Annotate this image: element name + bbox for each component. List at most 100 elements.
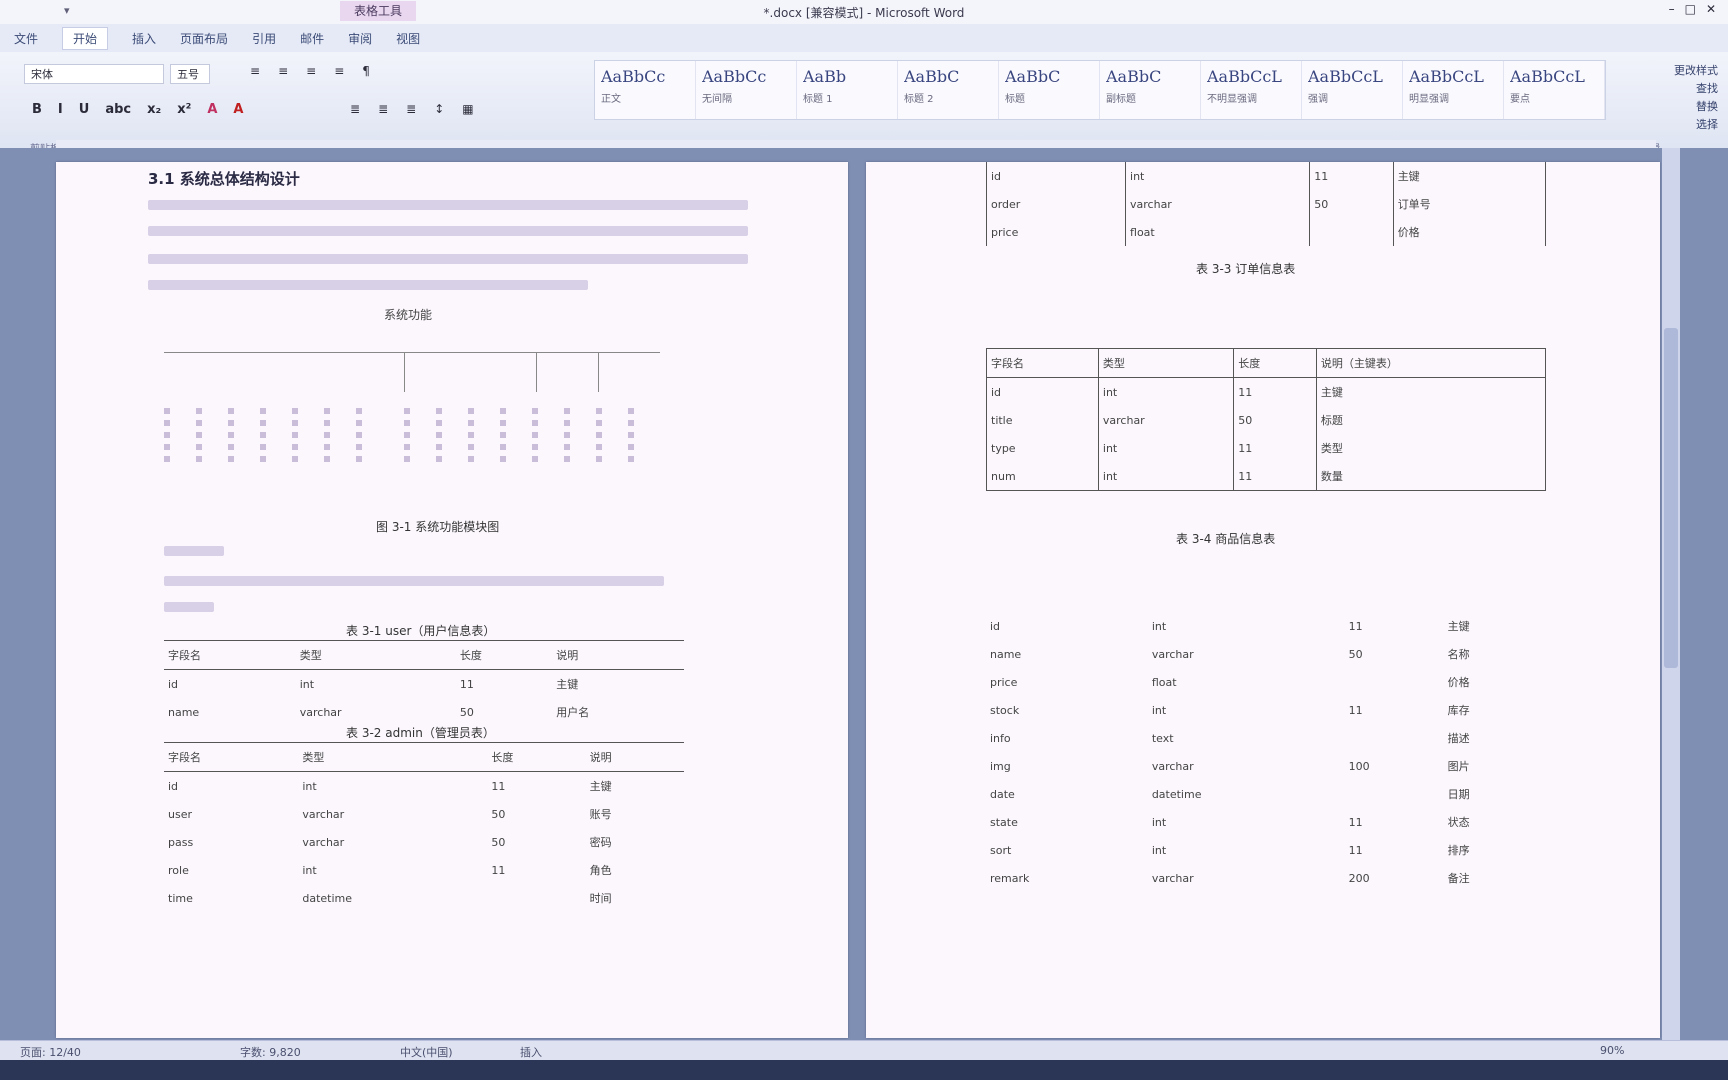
close-button[interactable]: ✕	[1706, 2, 1716, 16]
tab-review[interactable]: 审阅	[348, 30, 372, 47]
style-subtitle[interactable]: AaBbC 副标题	[1100, 61, 1201, 119]
font-color-button[interactable]: A	[233, 102, 243, 117]
function-module-diagram	[164, 352, 684, 472]
table-header: 说明	[589, 751, 612, 764]
strikethrough-button[interactable]: abc	[105, 102, 131, 117]
superscript-button[interactable]: x²	[177, 102, 191, 117]
highlight-button[interactable]: A	[207, 102, 217, 117]
window-controls: – □ ✕	[1669, 2, 1716, 16]
table-row: time datetime 时间	[168, 891, 612, 906]
table-row: info text 描述	[990, 731, 1470, 746]
table-row: img varchar 100 图片	[990, 759, 1470, 774]
diagram-leaf-node	[356, 408, 362, 468]
style-heading-2[interactable]: AaBbC 标题 2	[898, 61, 999, 119]
document-area: 3.1 系统总体结构设计 系统功能 图 3-1 系统功能模块图 表 3-1 us…	[0, 148, 1728, 1048]
tab-home[interactable]: 开始	[62, 26, 109, 50]
page-left[interactable]: 3.1 系统总体结构设计 系统功能 图 3-1 系统功能模块图 表 3-1 us…	[56, 162, 848, 1038]
italic-button[interactable]: I	[58, 102, 63, 117]
tab-insert[interactable]: 插入	[132, 30, 156, 47]
window-title: *.docx [兼容模式] - Microsoft Word	[763, 6, 965, 20]
borders-button[interactable]: ▦	[462, 102, 473, 116]
zoom-level[interactable]: 90%	[1600, 1044, 1624, 1057]
alignment-buttons: ≣ ≣ ≣ ↕ ▦	[350, 102, 474, 116]
diagram-leaf-node	[436, 408, 442, 468]
user-table: 字段名 类型 长度 说明 id int 11 主键 name varchar 5…	[164, 640, 684, 726]
underline-button[interactable]: U	[79, 102, 90, 117]
horizontal-ruler[interactable]	[56, 140, 1656, 148]
minimize-button[interactable]: –	[1669, 2, 1675, 16]
table-row: sort int 11 排序	[990, 843, 1470, 858]
tab-mailings[interactable]: 邮件	[300, 30, 324, 47]
table-row: price float 价格	[990, 675, 1470, 690]
table-row: id int 11 主键	[990, 619, 1470, 634]
style-subtle-emphasis[interactable]: AaBbCcL 不明显强调	[1201, 61, 1302, 119]
style-strong[interactable]: AaBbCcL 要点	[1504, 61, 1605, 119]
taskbar	[0, 1060, 1728, 1080]
body-text-line	[148, 280, 588, 290]
table-header: 长度	[459, 649, 482, 662]
line-spacing-button[interactable]: ↕	[434, 102, 444, 116]
body-text-line	[148, 226, 748, 236]
show-marks-icon[interactable]: ¶	[362, 64, 370, 78]
table-header: 类型	[1097, 348, 1235, 378]
tab-view[interactable]: 视图	[396, 30, 420, 47]
table-row: type int 11 类型	[986, 434, 1547, 462]
align-right-button[interactable]: ≣	[406, 102, 416, 116]
table-row: user varchar 50 账号	[168, 807, 612, 822]
multilevel-button[interactable]: ≡	[306, 64, 316, 78]
insert-mode[interactable]: 插入	[520, 1044, 542, 1060]
find-button[interactable]: 查找	[1674, 80, 1718, 98]
select-button[interactable]: 选择	[1674, 116, 1718, 134]
style-emphasis[interactable]: AaBbCcL 强调	[1302, 61, 1403, 119]
replace-button[interactable]: 替换	[1674, 98, 1718, 116]
figure-caption: 图 3-1 系统功能模块图	[376, 520, 500, 534]
table-header: 字段名	[168, 649, 201, 662]
indent-button[interactable]: ≡	[334, 64, 344, 78]
scrollbar-thumb[interactable]	[1664, 328, 1678, 668]
style-no-spacing[interactable]: AaBbCc 无间隔	[696, 61, 797, 119]
diagram-leaf-node	[532, 408, 538, 468]
tab-references[interactable]: 引用	[252, 30, 276, 47]
table-row: id int 11 主键	[168, 779, 612, 794]
vertical-scrollbar[interactable]	[1662, 148, 1680, 1040]
align-center-button[interactable]: ≣	[378, 102, 388, 116]
align-left-button[interactable]: ≣	[350, 102, 360, 116]
body-text-line	[164, 602, 214, 612]
style-heading-1[interactable]: AaBb 标题 1	[797, 61, 898, 119]
table-header: 类型	[302, 751, 325, 764]
table-header: 字段名	[986, 348, 1099, 378]
language-indicator[interactable]: 中文(中国)	[400, 1044, 453, 1060]
table-row: date datetime 日期	[990, 787, 1470, 802]
table-row: stock int 11 库存	[990, 703, 1470, 718]
maximize-button[interactable]: □	[1685, 2, 1696, 16]
table-row: role int 11 角色	[168, 863, 612, 878]
font-size-select[interactable]: 五号	[170, 64, 210, 84]
diagram-leaf-node	[228, 408, 234, 468]
diagram-leaf-node	[292, 408, 298, 468]
style-title[interactable]: AaBbC 标题	[999, 61, 1100, 119]
font-name-select[interactable]: 宋体	[24, 64, 164, 84]
page-right[interactable]: id int 11 主键 order varchar 50 订单号 price float 价格…	[866, 162, 1660, 1038]
styles-gallery: AaBbCc 正文 AaBbCc 无间隔 AaBb 标题 1 AaBbC 标题 2 Aa…	[594, 60, 1606, 120]
tab-file[interactable]: 文件	[14, 30, 38, 47]
bullets-button[interactable]: ≡	[250, 64, 260, 78]
style-normal[interactable]: AaBbCc 正文	[595, 61, 696, 119]
continued-table: id int 11 主键 order varchar 50 订单号 price float 价格	[985, 162, 1547, 246]
table-row: id int 11 主键	[985, 162, 1547, 190]
tab-page-layout[interactable]: 页面布局	[180, 30, 228, 47]
table-row: state int 11 状态	[990, 815, 1470, 830]
style-intense-emphasis[interactable]: AaBbCcL 明显强调	[1403, 61, 1504, 119]
bold-button[interactable]: B	[32, 102, 42, 117]
table-caption: 表 3-3 订单信息表	[1196, 262, 1296, 276]
diagram-leaf-node	[404, 408, 410, 468]
diagram-connector	[404, 352, 405, 392]
subscript-button[interactable]: x₂	[147, 102, 161, 117]
table-header: 字段名	[168, 751, 201, 764]
numbering-button[interactable]: ≡	[278, 64, 288, 78]
body-text-line	[164, 576, 664, 586]
page-count[interactable]: 页面: 12/40	[20, 1044, 81, 1060]
change-styles-button[interactable]: 更改样式	[1674, 62, 1718, 80]
word-count[interactable]: 字数: 9,820	[240, 1044, 301, 1060]
body-text-line	[164, 546, 224, 556]
table-row: id int 11 主键	[168, 677, 579, 692]
